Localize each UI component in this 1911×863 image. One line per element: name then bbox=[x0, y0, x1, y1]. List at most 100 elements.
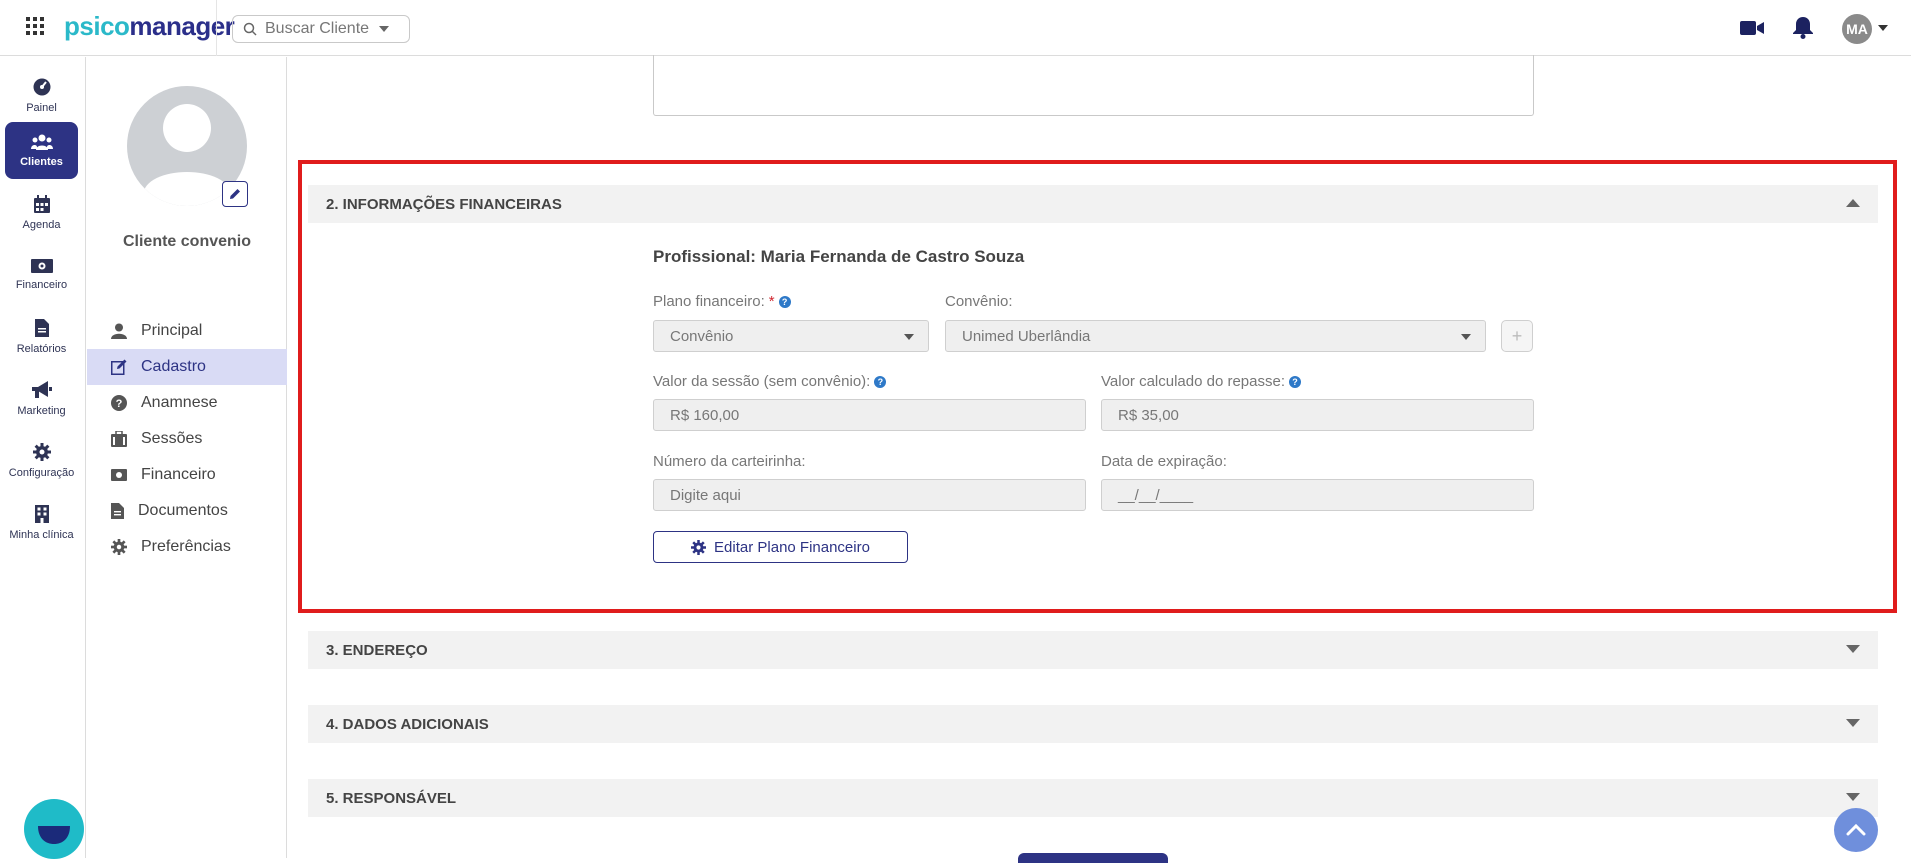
convenio-label-text: Convênio: bbox=[945, 293, 1013, 310]
top-bar: psicomanager Buscar Cliente MA bbox=[0, 0, 1911, 56]
nav-label: Configuração bbox=[8, 466, 75, 479]
apps-grid-icon[interactable] bbox=[26, 17, 48, 39]
question-icon: ? bbox=[111, 395, 127, 411]
gear-icon bbox=[111, 539, 127, 555]
submenu-label: Preferências bbox=[141, 538, 231, 555]
chat-widget-button[interactable] bbox=[24, 799, 84, 859]
nav-label: Clientes bbox=[20, 155, 63, 168]
users-icon bbox=[30, 134, 53, 150]
card-placeholder: Digite aqui bbox=[670, 486, 741, 504]
logo-part-1: psico bbox=[64, 11, 130, 41]
submenu-preferencias[interactable]: Preferências bbox=[87, 529, 287, 565]
chevron-down-icon bbox=[379, 26, 390, 32]
calendar-icon bbox=[33, 194, 50, 213]
section-address-header[interactable]: 3. ENDEREÇO bbox=[308, 631, 1878, 669]
help-icon[interactable]: ? bbox=[874, 375, 887, 388]
chevron-down-icon bbox=[1846, 645, 1860, 653]
plan-label: Plano financeiro: * ? bbox=[653, 293, 791, 310]
nav-label: Agenda bbox=[22, 218, 61, 231]
section-additional-header[interactable]: 4. DADOS ADICIONAIS bbox=[308, 705, 1878, 743]
submenu-label: Financeiro bbox=[141, 466, 216, 483]
financial-plan-select[interactable]: Convênio bbox=[653, 320, 929, 352]
client-sidebar: Cliente convenio Principal Cadastro ? An… bbox=[87, 57, 287, 858]
expiry-label-text: Data de expiração: bbox=[1101, 453, 1227, 470]
chevron-down-icon bbox=[1461, 334, 1471, 340]
expiry-date-input[interactable]: __/__/____ bbox=[1101, 479, 1534, 511]
section-responsible-header[interactable]: 5. RESPONSÁVEL bbox=[308, 779, 1878, 817]
nav-minha-clinica[interactable]: Minha clínica bbox=[5, 494, 78, 551]
submenu-financeiro[interactable]: Financeiro bbox=[87, 457, 287, 493]
convenio-select[interactable]: Unimed Uberlândia bbox=[945, 320, 1486, 352]
chevron-down-icon bbox=[1846, 793, 1860, 801]
nav-painel[interactable]: Painel bbox=[5, 67, 78, 124]
submenu-sessoes[interactable]: Sessões bbox=[87, 421, 287, 457]
submenu-label: Documentos bbox=[138, 502, 228, 519]
nav-label: Financeiro bbox=[15, 278, 68, 291]
highlight-frame bbox=[298, 160, 1897, 613]
briefcase-icon bbox=[111, 431, 127, 447]
section-title: 4. DADOS ADICIONAIS bbox=[326, 715, 489, 733]
section-title: 2. INFORMAÇÕES FINANCEIRAS bbox=[326, 195, 562, 213]
submenu-documentos[interactable]: Documentos bbox=[87, 493, 287, 529]
plan-value: Convênio bbox=[670, 327, 734, 345]
user-icon bbox=[111, 323, 127, 339]
section-financial-header[interactable]: 2. INFORMAÇÕES FINANCEIRAS bbox=[308, 185, 1878, 223]
building-icon bbox=[34, 504, 49, 523]
nav-agenda[interactable]: Agenda bbox=[5, 184, 78, 241]
svg-text:?: ? bbox=[116, 398, 123, 410]
chevron-down-icon[interactable] bbox=[1878, 25, 1888, 31]
repasse-value-field[interactable]: R$ 35,00 bbox=[1101, 399, 1534, 431]
card-number-input[interactable]: Digite aqui bbox=[653, 479, 1086, 511]
main-content: 2. INFORMAÇÕES FINANCEIRAS Profissional:… bbox=[288, 55, 1911, 858]
money-icon bbox=[111, 469, 127, 481]
nav-relatorios[interactable]: Relatórios bbox=[5, 308, 78, 365]
add-convenio-button[interactable]: + bbox=[1501, 320, 1533, 352]
client-search[interactable]: Buscar Cliente bbox=[232, 15, 410, 43]
bell-icon[interactable] bbox=[1793, 17, 1813, 39]
chevron-down-icon bbox=[1846, 719, 1860, 727]
nav-financeiro[interactable]: Financeiro bbox=[5, 246, 78, 303]
edit-photo-button[interactable] bbox=[222, 181, 248, 207]
nav-clientes[interactable]: Clientes bbox=[5, 122, 78, 179]
edit-icon bbox=[111, 359, 127, 375]
app-logo[interactable]: psicomanager bbox=[64, 11, 235, 42]
section-title: 5. RESPONSÁVEL bbox=[326, 789, 457, 807]
submenu-anamnese[interactable]: ? Anamnese bbox=[87, 385, 287, 421]
nav-label: Marketing bbox=[17, 404, 66, 417]
submenu-cadastro[interactable]: Cadastro bbox=[87, 349, 287, 385]
submenu-principal[interactable]: Principal bbox=[87, 313, 287, 349]
session-value-label: Valor da sessão (sem convênio): ? bbox=[653, 373, 887, 390]
megaphone-icon bbox=[31, 380, 52, 398]
previous-section-textarea[interactable] bbox=[653, 55, 1534, 116]
chevron-up-icon bbox=[1846, 824, 1866, 836]
main-nav-rail: Painel Clientes Agenda Financeiro Relató… bbox=[0, 57, 86, 858]
save-button[interactable] bbox=[1018, 853, 1168, 863]
repasse-label: Valor calculado do repasse: ? bbox=[1101, 373, 1301, 390]
help-icon[interactable]: ? bbox=[778, 295, 791, 308]
session-value-field[interactable]: R$ 160,00 bbox=[653, 399, 1086, 431]
convenio-value: Unimed Uberlândia bbox=[962, 327, 1091, 345]
user-avatar[interactable]: MA bbox=[1842, 14, 1872, 44]
pencil-icon bbox=[230, 189, 240, 199]
repasse-label-text: Valor calculado do repasse: bbox=[1101, 373, 1285, 390]
card-label-text: Número da carteirinha: bbox=[653, 453, 806, 470]
video-call-icon[interactable] bbox=[1740, 19, 1764, 37]
section-title: 3. ENDEREÇO bbox=[326, 641, 428, 659]
nav-marketing[interactable]: Marketing bbox=[5, 370, 78, 427]
search-icon bbox=[243, 22, 257, 36]
submenu-label: Sessões bbox=[141, 430, 203, 447]
gear-icon bbox=[691, 539, 707, 555]
nav-configuracao[interactable]: Configuração bbox=[5, 432, 78, 489]
session-value: R$ 160,00 bbox=[670, 406, 740, 424]
plan-label-text: Plano financeiro: bbox=[653, 293, 765, 310]
professional-name: Profissional: Maria Fernanda de Castro S… bbox=[653, 247, 1025, 266]
gear-icon bbox=[32, 442, 51, 461]
chevron-down-icon bbox=[904, 334, 914, 340]
edit-financial-plan-button[interactable]: Editar Plano Financeiro bbox=[653, 531, 908, 563]
topbar-divider bbox=[216, 0, 217, 56]
help-icon[interactable]: ? bbox=[1289, 375, 1301, 388]
report-icon bbox=[34, 318, 49, 337]
scroll-to-top-button[interactable] bbox=[1834, 808, 1878, 852]
submenu-label: Anamnese bbox=[141, 394, 218, 411]
submenu-label: Principal bbox=[141, 322, 203, 339]
